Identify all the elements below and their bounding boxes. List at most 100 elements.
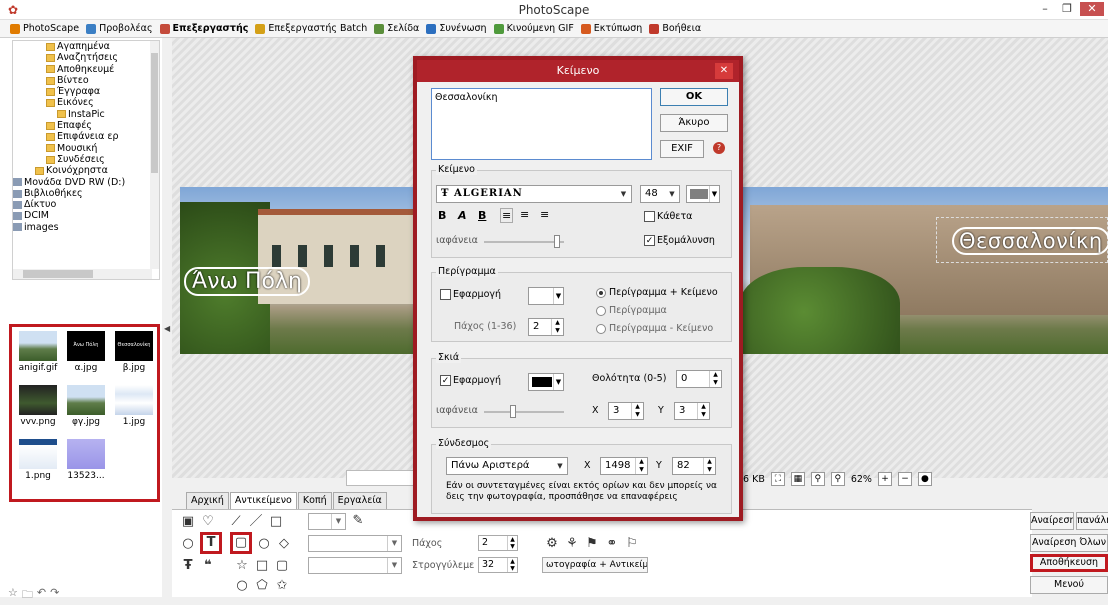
- object-icon-5[interactable]: ⚐: [624, 536, 640, 552]
- minimize-button[interactable]: –: [1036, 2, 1054, 16]
- font-select[interactable]: Ŧ ALGERIAN ▼: [436, 185, 632, 203]
- thumbnail-item[interactable]: 13523...: [62, 439, 110, 481]
- grid-icon[interactable]: ▦: [790, 472, 805, 486]
- menu-item-3[interactable]: Επεξεργαστής Batch: [255, 23, 367, 34]
- zoom-in-icon[interactable]: +: [877, 472, 892, 486]
- tab-tools[interactable]: Εργαλεία: [332, 492, 387, 509]
- tree-item[interactable]: images: [13, 222, 159, 233]
- straight-line-icon[interactable]: ／: [248, 514, 264, 530]
- menu-item-5[interactable]: Συνένωση: [426, 23, 487, 34]
- anchor-y-spinner[interactable]: 82 ▲ ▼: [672, 457, 716, 475]
- tree-item[interactable]: Δίκτυο: [13, 199, 159, 210]
- pen-icon[interactable]: ✎: [350, 513, 366, 529]
- menu-item-0[interactable]: PhotoScape: [10, 23, 79, 34]
- menu-item-6[interactable]: Κινούμενη GIF: [493, 23, 574, 34]
- exif-button[interactable]: EXIF: [660, 140, 704, 158]
- border-apply-checkbox[interactable]: Εφαρμογή: [440, 289, 501, 300]
- font-size-select[interactable]: 48 ▼: [640, 185, 680, 203]
- menu-button[interactable]: Μενού: [1030, 576, 1108, 594]
- object-icon-3[interactable]: ⚑: [584, 536, 600, 552]
- back-icon[interactable]: ↶: [37, 586, 46, 605]
- thickness-spinner[interactable]: 2 ▲ ▼: [478, 535, 518, 551]
- tree-item[interactable]: InstaPic: [13, 109, 159, 120]
- dialog-close-button[interactable]: ✕: [715, 63, 733, 79]
- rectangle-icon[interactable]: □: [268, 514, 284, 530]
- menu-item-8[interactable]: Βοήθεια: [649, 23, 701, 34]
- color-combo[interactable]: ▼: [308, 535, 402, 552]
- tab-object[interactable]: Αντικείμενο: [229, 492, 297, 509]
- fit-icon[interactable]: ⛶: [770, 472, 785, 486]
- quote-icon[interactable]: ❝: [200, 558, 216, 574]
- tree-item[interactable]: Κοινόχρηστα: [13, 165, 159, 176]
- thumbnail-item[interactable]: φγ.jpg: [62, 385, 110, 427]
- image-icon[interactable]: ▣: [180, 514, 196, 530]
- tree-item[interactable]: Αναζητήσεις: [13, 52, 159, 63]
- thumbnail-item[interactable]: 1.png: [14, 439, 62, 481]
- forward-icon[interactable]: ↷: [50, 586, 59, 605]
- border-thickness-spinner[interactable]: 2 ▲ ▼: [528, 318, 564, 336]
- zoom-actual-icon[interactable]: ⚲: [810, 472, 825, 486]
- panel-collapse-tab[interactable]: ◀: [162, 38, 172, 597]
- align-center-button[interactable]: ≡: [520, 208, 529, 221]
- save-button[interactable]: Αποθήκευση: [1030, 554, 1108, 572]
- text-input[interactable]: Θεσσαλονίκη: [431, 88, 652, 160]
- shadow-opacity-slider[interactable]: [484, 405, 564, 418]
- tree-item[interactable]: Έγγραφα: [13, 86, 159, 97]
- bold-button[interactable]: B: [438, 209, 446, 222]
- redo-button[interactable]: πανάλη: [1076, 512, 1108, 530]
- tab-crop[interactable]: Κοπή: [297, 492, 332, 509]
- underline-button[interactable]: B: [478, 209, 486, 222]
- fill-combo[interactable]: ▼: [308, 557, 402, 574]
- pentagon-shape-icon[interactable]: ⬠: [254, 578, 270, 594]
- info-icon[interactable]: ●: [917, 472, 932, 486]
- border-color-picker[interactable]: ▼: [528, 287, 564, 305]
- thumbnail-item[interactable]: vvv.png: [14, 385, 62, 427]
- close-button[interactable]: ✕: [1080, 2, 1104, 16]
- text-opacity-slider[interactable]: [484, 235, 564, 248]
- photo-text-ano-poli[interactable]: Άνω Πόλη: [184, 267, 310, 296]
- shadow-x-spinner[interactable]: 3 ▲ ▼: [608, 402, 644, 420]
- object-icon-1[interactable]: ⚙: [544, 536, 560, 552]
- tree-item[interactable]: Εικόνες: [13, 97, 159, 108]
- tree-item[interactable]: Συνδέσεις: [13, 154, 159, 165]
- text-style-icon[interactable]: Ŧ: [180, 558, 196, 574]
- diamond-icon[interactable]: ◇: [276, 536, 292, 552]
- shadow-y-spinner[interactable]: 3 ▲ ▼: [674, 402, 710, 420]
- canvas-horizontal-scrollbar[interactable]: [346, 470, 414, 486]
- tab-home[interactable]: Αρχική: [186, 492, 229, 509]
- folder-tree[interactable]: Αγαπημένα Αναζητήσεις Αποθηκευμέ Βίντεο Έγγρ…: [12, 40, 160, 280]
- thumbnail-item[interactable]: Άνω Πόλη α.jpg: [62, 331, 110, 373]
- line-style-combo[interactable]: ▼: [308, 513, 346, 530]
- border-option-text[interactable]: Περίγραμμα + Κείμενο: [596, 287, 718, 298]
- rounded-shape-icon[interactable]: ▢: [274, 558, 290, 574]
- shadow-blur-spinner[interactable]: 0 ▲ ▼: [676, 370, 722, 388]
- ok-button[interactable]: OK: [660, 88, 728, 106]
- tree-item[interactable]: Μουσική: [13, 143, 159, 154]
- zoom-out-icon[interactable]: −: [897, 472, 912, 486]
- sticker-icon[interactable]: ♡: [200, 514, 216, 530]
- border-option-minus[interactable]: Περίγραμμα - Κείμενο: [596, 323, 713, 334]
- menu-item-7[interactable]: Εκτύπωση: [580, 23, 642, 34]
- line-icon[interactable]: ⟋: [228, 514, 244, 530]
- text-color-picker[interactable]: ▼: [686, 185, 720, 203]
- star-icon[interactable]: ☆: [8, 586, 18, 605]
- cancel-button[interactable]: Άκυρο: [660, 114, 728, 132]
- balloon-icon[interactable]: ○: [180, 536, 196, 552]
- circle-shape-icon[interactable]: ○: [234, 578, 250, 594]
- star-outline-icon[interactable]: ✩: [274, 578, 290, 594]
- photo-plus-object-button[interactable]: ωτογραφία + Αντικείμε: [542, 557, 648, 573]
- antialias-checkbox[interactable]: ✓ Εξομάλυνση: [644, 235, 715, 246]
- rounding-spinner[interactable]: 32 ▲ ▼: [478, 557, 518, 573]
- zoom-fit-icon[interactable]: ⚲: [830, 472, 845, 486]
- object-icon-4[interactable]: ⚭: [604, 536, 620, 552]
- anchor-x-spinner[interactable]: 1498 ▲ ▼: [600, 457, 648, 475]
- align-right-button[interactable]: ≡: [540, 208, 549, 221]
- shadow-color-picker[interactable]: ▼: [528, 373, 564, 391]
- thumbnail-item[interactable]: anigif.gif: [14, 331, 62, 373]
- tree-item[interactable]: DCIM: [13, 210, 159, 221]
- tree-item[interactable]: Βιβλιοθήκες: [13, 188, 159, 199]
- star-shape-icon[interactable]: ☆: [234, 558, 250, 574]
- object-icon-2[interactable]: ⚘: [564, 536, 580, 552]
- tree-item[interactable]: Βίντεο: [13, 75, 159, 86]
- folder-icon[interactable]: 🗀: [22, 586, 33, 605]
